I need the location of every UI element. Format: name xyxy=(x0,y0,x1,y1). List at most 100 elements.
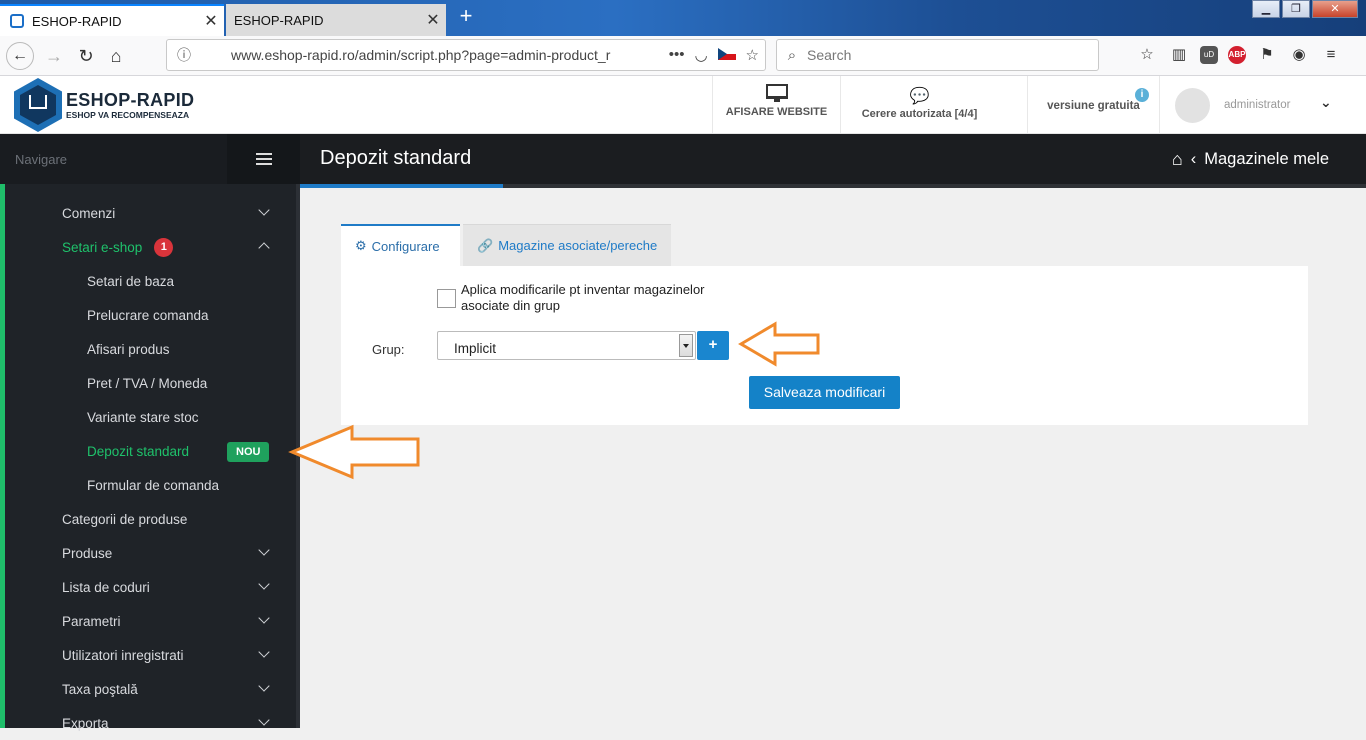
chevron-down-icon[interactable] xyxy=(257,545,271,559)
sidebar-item-utilizatori[interactable]: Utilizatori inregistrati xyxy=(0,638,296,672)
monitor-icon xyxy=(765,84,788,102)
sidebar-item-depozit-standard[interactable]: Depozit standard NOU xyxy=(0,434,296,468)
sidebar-item-label: Categorii de produse xyxy=(62,511,188,527)
sidebar-item-lista-de-coduri[interactable]: Lista de coduri xyxy=(0,570,296,604)
page-actions-icon[interactable]: ••• xyxy=(669,46,685,64)
info-icon: i xyxy=(1135,88,1149,102)
back-icon[interactable]: ← xyxy=(6,42,34,70)
gears-icon: ⚙ xyxy=(355,238,367,253)
username: administrator xyxy=(1224,99,1291,111)
annotation-arrow-icon xyxy=(738,321,820,367)
adblock-icon[interactable]: ABP xyxy=(1228,46,1246,64)
shield-favicon-icon xyxy=(10,14,24,28)
sidebar-item-label: Depozit standard xyxy=(87,443,190,459)
chevron-down-icon[interactable] xyxy=(257,681,271,695)
browser-tab[interactable]: ESHOP-RAPID ✕ xyxy=(226,4,446,36)
user-menu[interactable]: administrator ⌄ xyxy=(1159,76,1366,133)
sidebar-item-label: Setari de baza xyxy=(87,273,175,289)
version-info[interactable]: i versiune gratuita xyxy=(1027,76,1159,133)
dropdown-arrow-icon[interactable] xyxy=(679,334,693,357)
add-group-button[interactable]: + xyxy=(697,331,729,360)
checkbox-label: Aplica modificarile pt inventar magazine… xyxy=(461,282,705,313)
info-icon[interactable]: ⓘ xyxy=(173,45,195,65)
view-website-button[interactable]: AFISARE WEBSITE xyxy=(712,76,840,133)
chevron-down-icon[interactable] xyxy=(257,579,271,593)
close-icon[interactable]: ✕ xyxy=(198,11,224,31)
search-icon: ⌕ xyxy=(787,46,797,64)
forward-icon[interactable]: → xyxy=(40,42,68,70)
breadcrumb: ⌂ ‹ Magazinele mele xyxy=(1172,149,1329,170)
library-icon[interactable]: ☆ xyxy=(1136,42,1158,68)
home-icon[interactable]: ⌂ xyxy=(102,42,130,70)
home-icon[interactable]: ⌂ xyxy=(1172,149,1183,170)
sidebar-item-pret-tva-moneda[interactable]: Pret / TVA / Moneda xyxy=(0,366,296,400)
sidebar-item-afisari-produs[interactable]: Afisari produs xyxy=(0,332,296,366)
sidebar-item-exporta[interactable]: Exporta xyxy=(0,706,296,740)
ublock-icon[interactable]: uD xyxy=(1200,46,1218,64)
sidebar-item-prelucrare-comanda[interactable]: Prelucrare comanda xyxy=(0,298,296,332)
tab-label: Configurare xyxy=(371,238,440,254)
sidebar-item-variante-stare-stoc[interactable]: Variante stare stoc xyxy=(0,400,296,434)
reload-icon[interactable]: ↻ xyxy=(72,42,100,70)
save-button[interactable]: Salveaza modificari xyxy=(749,376,900,409)
content-tabs: ⚙ Configurare 🔗 Magazine asociate/perech… xyxy=(341,224,672,266)
pocket-icon[interactable]: ◡ xyxy=(694,46,707,64)
sidebar-item-label: Prelucrare comanda xyxy=(87,307,209,323)
group-label: Grup: xyxy=(372,342,405,357)
chevron-down-icon[interactable] xyxy=(257,205,271,219)
sidebar-item-label: Pret / TVA / Moneda xyxy=(87,375,208,391)
tab-configurare[interactable]: ⚙ Configurare xyxy=(341,224,460,266)
search-placeholder: Search xyxy=(807,47,852,63)
annotation-arrow-icon xyxy=(288,424,420,480)
requests-label: Cerere autorizata [4/4] xyxy=(861,108,978,120)
url-text[interactable]: www.eshop-rapid.ro/admin/script.php?page… xyxy=(231,47,669,63)
page-title: Depozit standard xyxy=(320,147,472,169)
config-panel: Aplica modificarile pt inventar magazine… xyxy=(341,266,1308,425)
brand-name: ESHOP-RAPID xyxy=(66,89,195,110)
browser-tab-active[interactable]: ESHOP-RAPID ✕ xyxy=(0,4,224,36)
sidebar-item-produse[interactable]: Produse xyxy=(0,536,296,570)
minimize-icon[interactable]: ▁ xyxy=(1252,0,1280,18)
sidebar-header: Navigare xyxy=(0,134,300,184)
chevron-left-icon: ‹ xyxy=(1190,150,1197,168)
logo[interactable]: ESHOP-RAPID ESHOP VA RECOMPENSEAZA xyxy=(14,78,194,132)
close-icon[interactable]: ✕ xyxy=(420,10,446,30)
url-bar[interactable]: ⓘ www.eshop-rapid.ro/admin/script.php?pa… xyxy=(166,39,766,71)
chevron-down-icon[interactable] xyxy=(257,647,271,661)
sidebar-menu: Comenzi Setari e-shop 1 Setari de baza P… xyxy=(0,184,300,731)
avatar xyxy=(1175,88,1210,123)
sidebar-item-setari-de-baza[interactable]: Setari de baza xyxy=(0,264,296,298)
chevron-down-icon[interactable]: ⌄ xyxy=(1320,94,1332,111)
new-tab-icon[interactable]: + xyxy=(456,4,476,30)
tab-magazine-asociate[interactable]: 🔗 Magazine asociate/pereche xyxy=(463,224,672,266)
sidebar-item-label: Afisari produs xyxy=(87,341,170,357)
new-badge: NOU xyxy=(227,442,270,462)
restore-icon[interactable]: ❐ xyxy=(1282,0,1310,18)
chevron-down-icon[interactable] xyxy=(257,613,271,627)
group-select[interactable]: Implicit xyxy=(437,331,696,360)
tab-title: ESHOP-RAPID xyxy=(32,13,122,29)
sidebar-item-setari-eshop[interactable]: Setari e-shop 1 xyxy=(0,230,296,264)
window-close-icon[interactable]: ✕ xyxy=(1312,0,1358,18)
sidebar-item-categorii[interactable]: Categorii de produse xyxy=(0,502,296,536)
menu-icon[interactable]: ≡ xyxy=(1320,42,1342,68)
link-icon: 🔗 xyxy=(477,237,494,253)
requests-button[interactable]: 💬 Cerere autorizata [4/4] xyxy=(840,76,998,133)
czech-flag-icon[interactable] xyxy=(717,48,736,60)
notification-badge: 1 xyxy=(154,237,174,257)
sidebar-icon[interactable]: ▥ xyxy=(1168,42,1190,68)
translate-icon[interactable]: ⚑ xyxy=(1256,42,1278,68)
sidebar-item-formular-de-comanda[interactable]: Formular de comanda xyxy=(0,468,296,502)
apply-inventory-checkbox[interactable] xyxy=(437,289,456,308)
search-bar[interactable]: ⌕ Search xyxy=(776,39,1099,71)
hamburger-icon[interactable] xyxy=(227,134,300,184)
sidebar-item-comenzi[interactable]: Comenzi xyxy=(0,196,296,230)
sidebar-item-label: Formular de comanda xyxy=(87,477,220,493)
chevron-down-icon[interactable] xyxy=(257,715,271,729)
bookmark-star-icon[interactable]: ☆ xyxy=(746,46,759,64)
account-icon[interactable]: ◉ xyxy=(1288,42,1310,68)
breadcrumb-link[interactable]: Magazinele mele xyxy=(1204,150,1329,169)
sidebar-item-taxa-postala[interactable]: Taxa poştală xyxy=(0,672,296,706)
chevron-up-icon[interactable] xyxy=(257,239,271,253)
sidebar-item-parametri[interactable]: Parametri xyxy=(0,604,296,638)
